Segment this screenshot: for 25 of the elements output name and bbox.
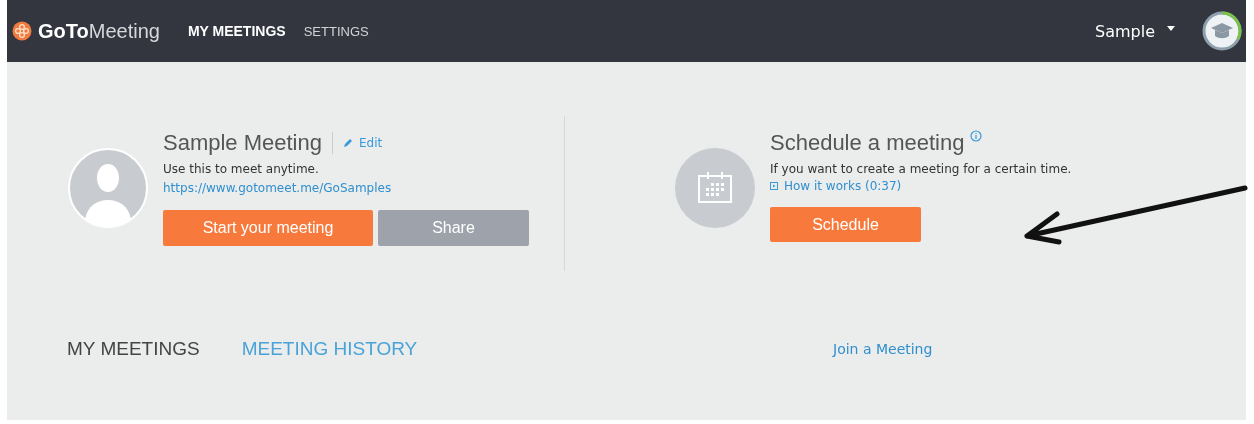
meeting-title: Sample Meeting — [163, 130, 322, 156]
info-icon[interactable] — [970, 130, 983, 142]
video-icon[interactable] — [770, 182, 778, 190]
nav-tab[interactable]: MY MEETINGS — [187, 23, 286, 39]
schedule-description: If you want to create a meeting for a certain time. — [770, 162, 1072, 176]
schedule-button[interactable]: Schedule — [770, 207, 921, 242]
meeting-url-link[interactable]: https://www.gotomeet.me/GoSamples — [163, 181, 392, 195]
nav-tab[interactable]: SETTINGS — [303, 23, 369, 39]
person-avatar-icon — [68, 148, 148, 228]
join-meeting-link[interactable]: Join a Meeting — [833, 341, 933, 357]
meetings-tab[interactable]: MEETING HISTORY — [241, 338, 418, 360]
flower-logo-icon — [12, 21, 32, 41]
calendar-icon — [675, 148, 755, 228]
schedule-title: Schedule a meeting — [770, 130, 965, 156]
graduation-cap-avatar-icon[interactable] — [1202, 11, 1242, 51]
how-it-works-link[interactable]: How it works (0:37) — [784, 179, 902, 193]
app-logo: GoToMeeting — [38, 19, 160, 43]
user-menu[interactable]: Sample — [1095, 21, 1155, 41]
pencil-icon[interactable] — [343, 138, 353, 148]
edit-link[interactable]: Edit — [359, 136, 383, 150]
caret-icon[interactable] — [1167, 25, 1175, 31]
share-button[interactable]: Share — [378, 210, 529, 246]
start-meeting-button[interactable]: Start your meeting — [163, 210, 373, 246]
meetings-tab[interactable]: MY MEETINGS — [67, 338, 200, 360]
meeting-description: Use this to meet anytime. — [163, 162, 320, 176]
